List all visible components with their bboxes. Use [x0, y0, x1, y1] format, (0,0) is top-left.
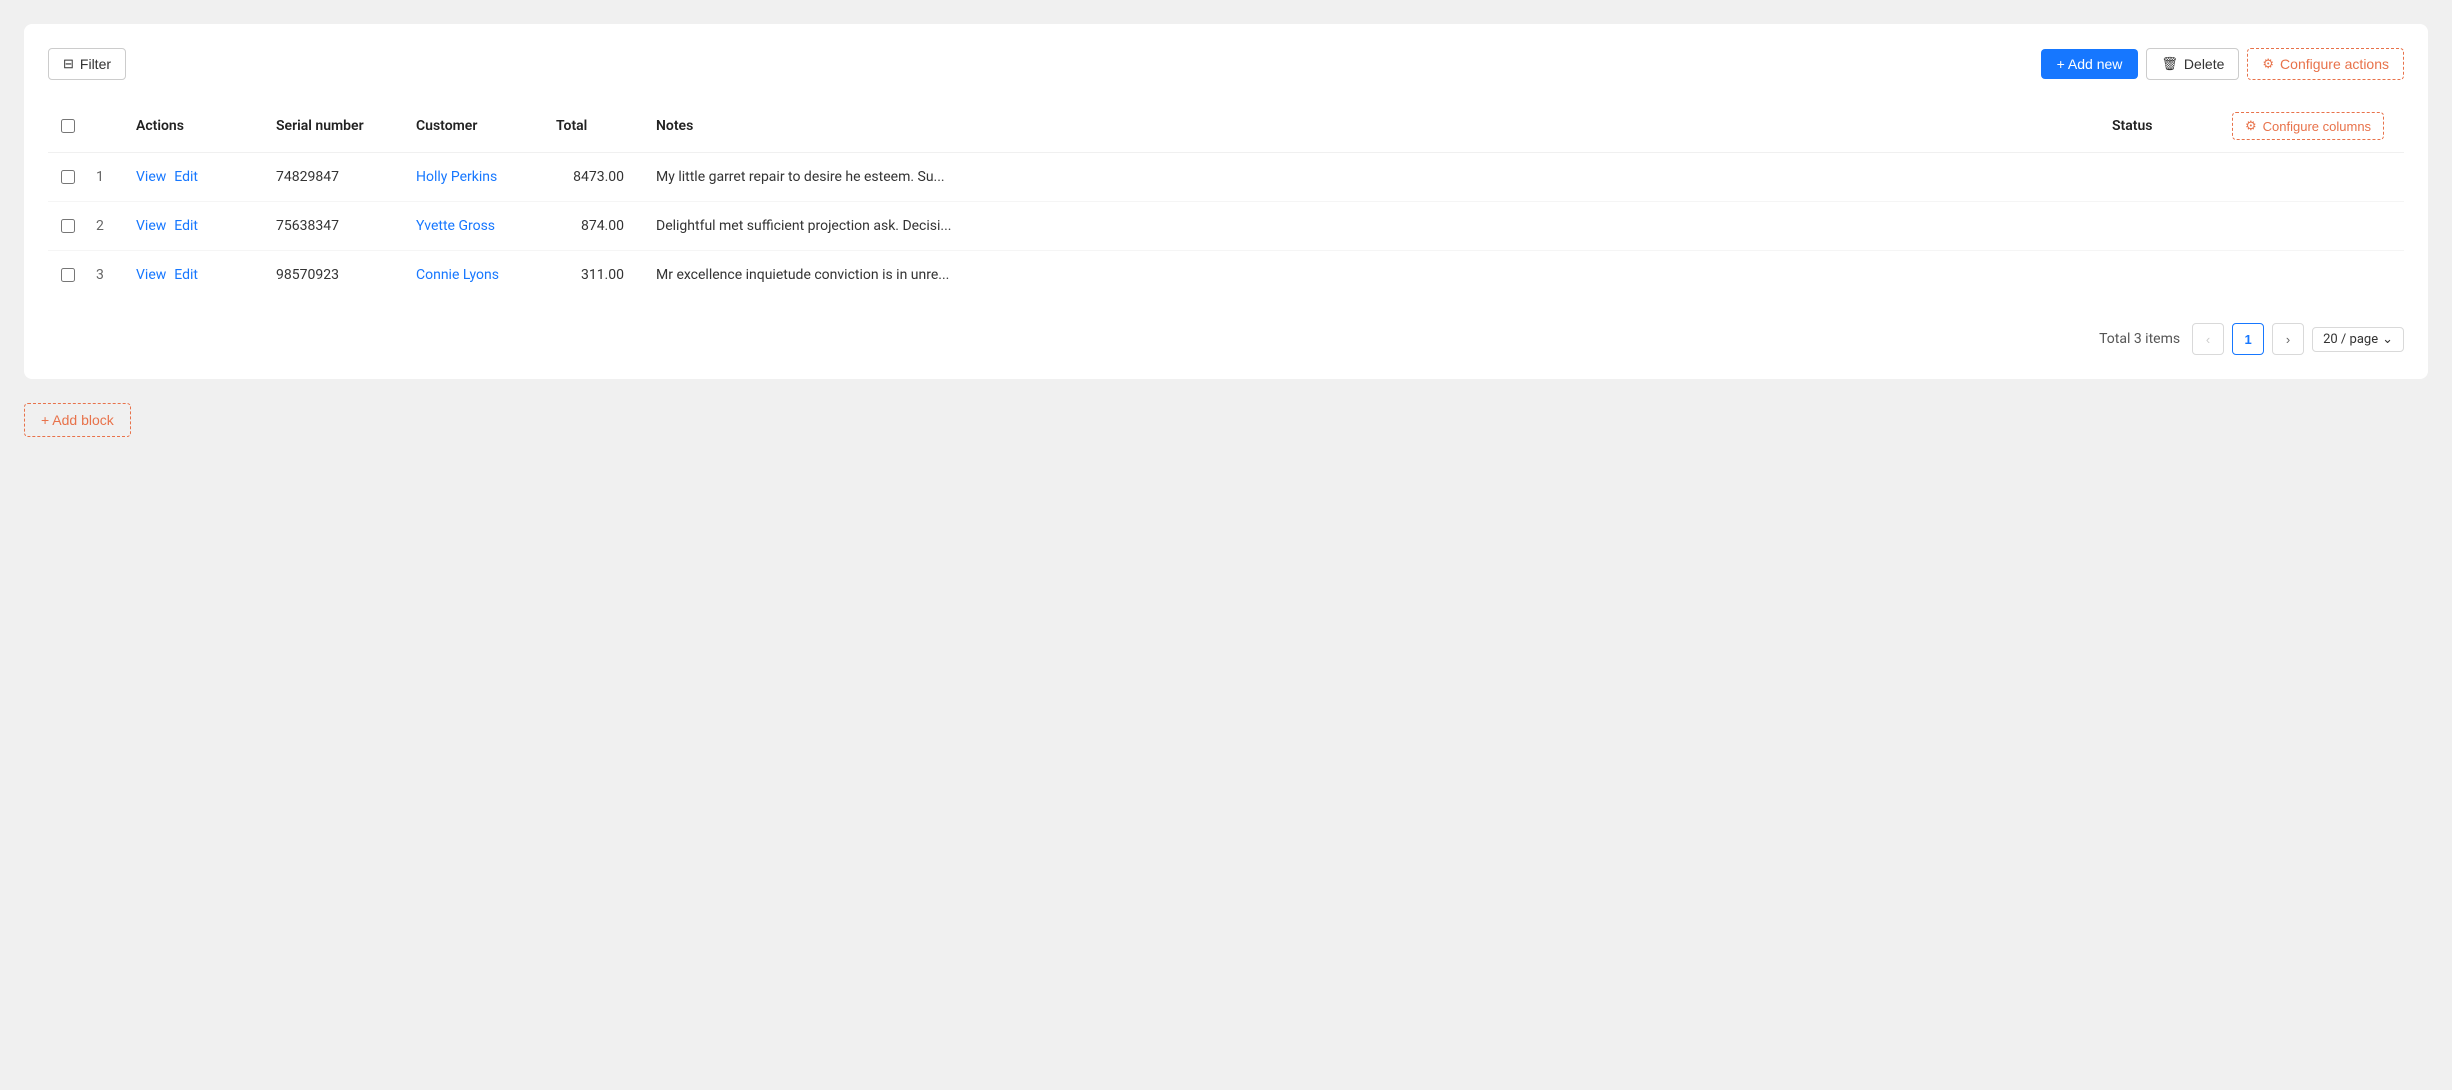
row-serial-cell: 75638347	[268, 202, 408, 251]
header-num-col	[88, 100, 128, 153]
row-serial-cell: 98570923	[268, 251, 408, 300]
add-block-label: + Add block	[41, 412, 114, 428]
configure-actions-label: Configure actions	[2280, 56, 2389, 72]
row-status-cell	[2104, 153, 2224, 202]
customer-link[interactable]: Yvette Gross	[416, 218, 495, 234]
filter-button[interactable]: ⊟ Filter	[48, 48, 126, 80]
table-row: 3 View Edit 98570923 Connie Lyons 311.00…	[48, 251, 2404, 300]
toolbar-left: ⊟ Filter	[48, 48, 126, 80]
configure-columns-button[interactable]: ⚙ Configure columns	[2232, 112, 2384, 140]
filter-label: Filter	[80, 56, 111, 72]
row-customer-cell: Connie Lyons	[408, 251, 548, 300]
row-notes-cell: My little garret repair to desire he est…	[648, 153, 2104, 202]
row-num-cell: 1	[88, 153, 128, 202]
row-num-cell: 3	[88, 251, 128, 300]
toolbar-right: + Add new 🗑 Delete ⚙ Configure actions	[2041, 48, 2404, 80]
table-row: 2 View Edit 75638347 Yvette Gross 874.00…	[48, 202, 2404, 251]
add-new-label: + Add new	[2057, 56, 2123, 72]
row-serial-cell: 74829847	[268, 153, 408, 202]
header-total-col: Total	[548, 100, 648, 153]
row-total-cell: 8473.00	[548, 153, 648, 202]
row-notes-cell: Mr excellence inquietude conviction is i…	[648, 251, 2104, 300]
select-all-checkbox[interactable]	[61, 119, 75, 133]
pagination-next-button[interactable]: ›	[2272, 323, 2304, 355]
table-row: 1 View Edit 74829847 Holly Perkins 8473.…	[48, 153, 2404, 202]
row-config-cell	[2224, 251, 2404, 300]
header-customer-col: Customer	[408, 100, 548, 153]
main-card: ⊟ Filter + Add new 🗑 Delete ⚙ Configure …	[24, 24, 2428, 379]
row-actions-cell: View Edit	[128, 202, 268, 251]
header-configure-col: ⚙ Configure columns	[2224, 100, 2404, 153]
row-notes-cell: Delightful met sufficient projection ask…	[648, 202, 2104, 251]
edit-link[interactable]: Edit	[174, 267, 198, 283]
edit-link[interactable]: Edit	[174, 169, 198, 185]
header-notes-col: Notes	[648, 100, 2104, 153]
customer-link[interactable]: Holly Perkins	[416, 169, 497, 185]
trash-icon: 🗑	[2161, 56, 2178, 72]
page-wrapper: ⊟ Filter + Add new 🗑 Delete ⚙ Configure …	[24, 24, 2428, 1066]
header-checkbox-col	[48, 100, 88, 153]
gear-icon-actions: ⚙	[2262, 56, 2274, 72]
row-num-cell: 2	[88, 202, 128, 251]
header-actions-col: Actions	[128, 100, 268, 153]
view-link[interactable]: View	[136, 218, 166, 234]
view-link[interactable]: View	[136, 169, 166, 185]
row-checkbox[interactable]	[61, 170, 75, 184]
table-header-row: Actions Serial number Customer Total Not…	[48, 100, 2404, 153]
gear-icon-columns: ⚙	[2245, 118, 2257, 134]
row-status-cell	[2104, 202, 2224, 251]
row-checkbox[interactable]	[61, 219, 75, 233]
row-checkbox[interactable]	[61, 268, 75, 282]
row-customer-cell: Holly Perkins	[408, 153, 548, 202]
pagination-prev-button[interactable]: ‹	[2192, 323, 2224, 355]
row-customer-cell: Yvette Gross	[408, 202, 548, 251]
header-serial-col: Serial number	[268, 100, 408, 153]
row-checkbox-cell	[48, 153, 88, 202]
table-body: 1 View Edit 74829847 Holly Perkins 8473.…	[48, 153, 2404, 300]
edit-link[interactable]: Edit	[174, 218, 198, 234]
delete-label: Delete	[2184, 56, 2224, 72]
row-actions-cell: View Edit	[128, 251, 268, 300]
data-table: Actions Serial number Customer Total Not…	[48, 100, 2404, 299]
row-status-cell	[2104, 251, 2224, 300]
row-checkbox-cell	[48, 251, 88, 300]
pagination: Total 3 items ‹ 1 › 20 / page ⌄	[48, 319, 2404, 355]
filter-icon: ⊟	[63, 56, 74, 72]
configure-actions-button[interactable]: ⚙ Configure actions	[2247, 48, 2404, 80]
row-config-cell	[2224, 153, 2404, 202]
chevron-down-icon: ⌄	[2382, 332, 2393, 347]
add-block-button[interactable]: + Add block	[24, 403, 131, 437]
row-config-cell	[2224, 202, 2404, 251]
row-actions-cell: View Edit	[128, 153, 268, 202]
page-size-select[interactable]: 20 / page ⌄	[2312, 327, 2404, 352]
header-status-col: Status	[2104, 100, 2224, 153]
row-checkbox-cell	[48, 202, 88, 251]
view-link[interactable]: View	[136, 267, 166, 283]
add-new-button[interactable]: + Add new	[2041, 49, 2139, 79]
row-total-cell: 311.00	[548, 251, 648, 300]
toolbar: ⊟ Filter + Add new 🗑 Delete ⚙ Configure …	[48, 48, 2404, 80]
row-total-cell: 874.00	[548, 202, 648, 251]
delete-button[interactable]: 🗑 Delete	[2146, 48, 2239, 80]
pagination-page-1-button[interactable]: 1	[2232, 323, 2264, 355]
customer-link[interactable]: Connie Lyons	[416, 267, 499, 283]
pagination-total: Total 3 items	[2099, 331, 2180, 347]
